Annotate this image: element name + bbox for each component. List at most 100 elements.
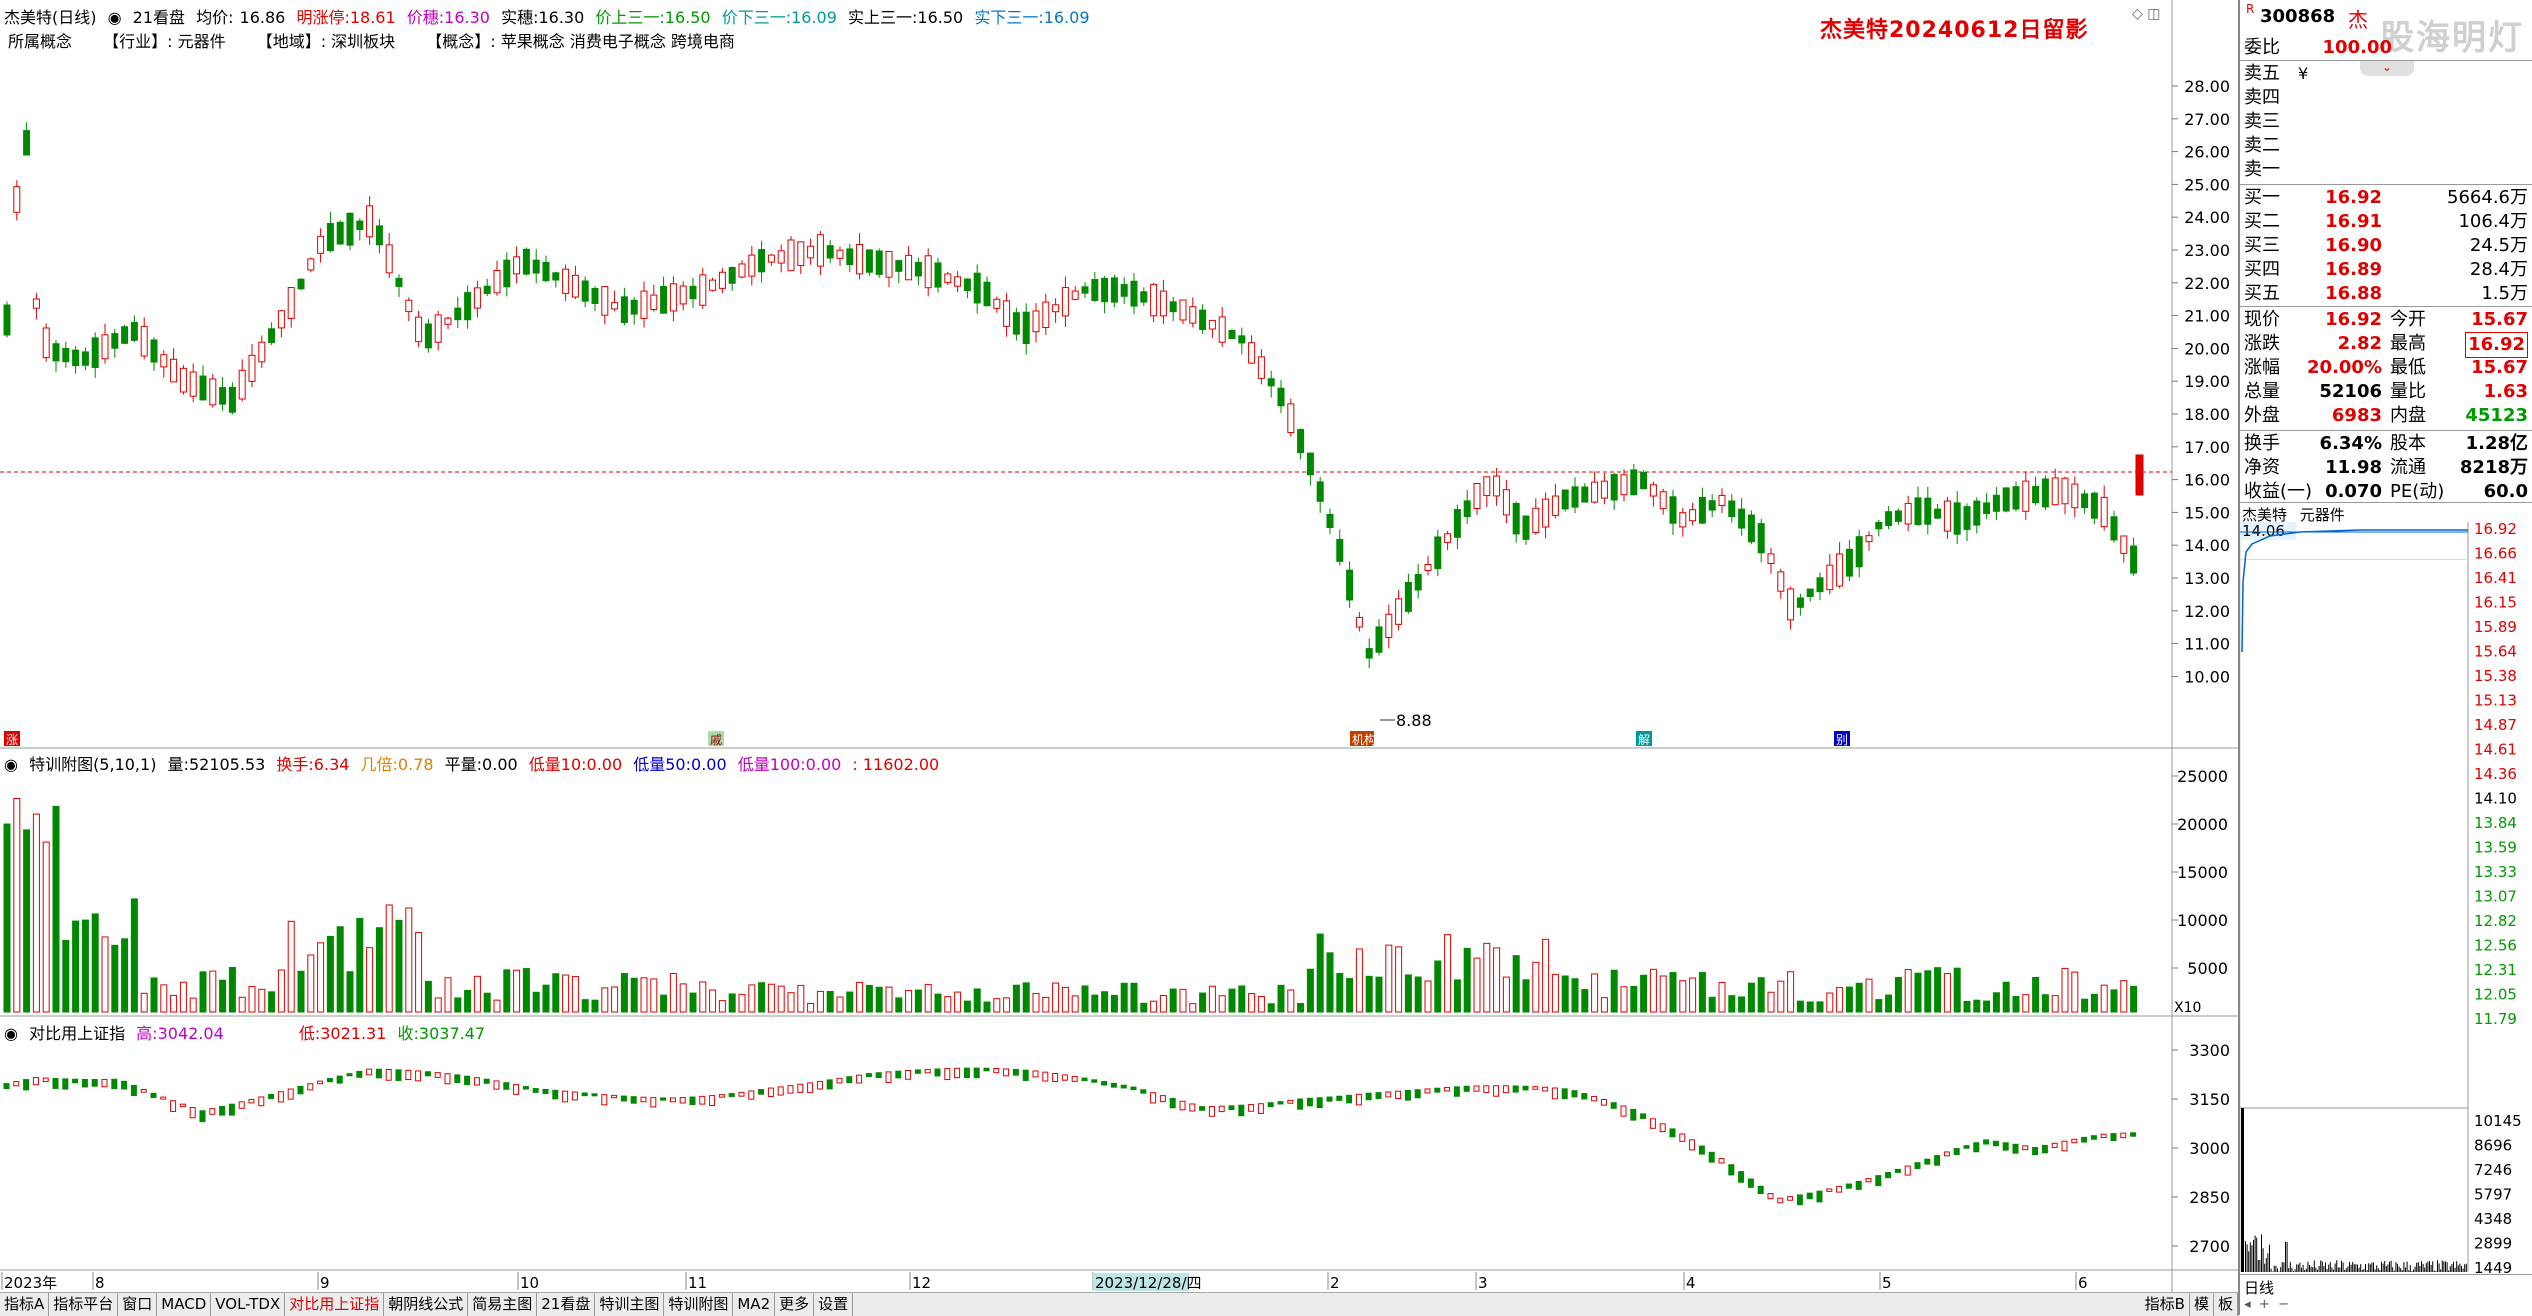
index-candles <box>4 1068 2136 1205</box>
view-tab[interactable]: 21看盘 <box>133 8 185 27</box>
volume-bar <box>876 987 882 1012</box>
quote-row-price: 52106 <box>2319 380 2382 404</box>
volume-bar <box>1445 935 1451 1012</box>
candle-body <box>1954 503 1960 534</box>
bottom-tab[interactable]: 指标平台 <box>49 1293 118 1316</box>
bottom-tab[interactable]: 特训主图 <box>595 1293 664 1316</box>
gear-icon[interactable]: ◉ <box>4 755 18 774</box>
index-candle <box>1053 1074 1058 1082</box>
concept-tag[interactable]: 所属概念 <box>8 32 72 51</box>
idx-tick-label: 3300 <box>2189 1041 2230 1060</box>
volume-bar <box>1405 975 1411 1012</box>
index-candle <box>563 1091 568 1102</box>
window-controls-icon[interactable]: ◇ ◫ <box>2132 6 2160 22</box>
index-candle <box>2033 1147 2038 1154</box>
index-candle <box>2121 1133 2126 1138</box>
y-tick-label: 20.00 <box>2184 339 2230 358</box>
index-candle <box>1454 1087 1459 1096</box>
bottom-right-tab[interactable]: 模 <box>2190 1293 2214 1316</box>
gear-icon[interactable]: ◉ <box>4 1024 18 1043</box>
volume-bar <box>1347 979 1353 1012</box>
mini-vol-bar <box>2411 1271 2412 1272</box>
mini-vol-bar <box>2381 1262 2382 1272</box>
index-candle <box>102 1079 107 1086</box>
quote-row: 买一16.925664.6万 <box>2242 186 2532 210</box>
flat-value: 0.00 <box>482 755 518 774</box>
bottom-tab[interactable]: 简易主图 <box>468 1293 537 1316</box>
candle-body <box>1268 379 1274 386</box>
mini-vol-bar <box>2400 1268 2401 1272</box>
index-candle <box>1092 1080 1097 1082</box>
quote-row-price: 6.34% <box>2320 432 2382 456</box>
gear-icon[interactable]: ◉ <box>108 8 122 27</box>
index-candle <box>955 1068 960 1077</box>
bottom-tab[interactable]: 设置 <box>814 1293 853 1316</box>
candle-body <box>1807 589 1813 596</box>
volume-bar <box>200 972 206 1012</box>
volume-bar <box>543 985 549 1012</box>
candle-body <box>2082 494 2088 508</box>
kline-chart[interactable]: 8.88涨戚机构解别 28.0027.0026.0025.0024.0023.0… <box>0 0 2238 1292</box>
last-candle <box>2136 455 2143 495</box>
tab-spacer <box>853 1293 2141 1316</box>
mini-vol-bar <box>2445 1261 2446 1272</box>
index-candle <box>2023 1146 2028 1150</box>
index-candle <box>2052 1143 2057 1147</box>
mini-vol-bar <box>2343 1262 2344 1272</box>
candle-body <box>1033 311 1039 332</box>
quote-row-label2: 最低 <box>2390 356 2426 380</box>
volume-bar <box>886 987 892 1012</box>
volume-bar <box>484 993 490 1012</box>
bottom-tab[interactable]: 朝阴线公式 <box>384 1293 468 1316</box>
mini-vol-bar <box>2376 1265 2377 1272</box>
index-candle <box>1552 1088 1557 1099</box>
bottom-tab[interactable]: 21看盘 <box>537 1293 595 1316</box>
mini-vol-bar <box>2291 1268 2292 1272</box>
volume-bar <box>1219 996 1225 1012</box>
quote-row-value: 1.5万 <box>2481 282 2528 306</box>
index-candle <box>445 1074 450 1084</box>
vol-tick-label: 5000 <box>2187 959 2228 978</box>
candle-body <box>1699 497 1705 523</box>
candle-body <box>964 279 970 290</box>
volume-bar <box>151 978 157 1012</box>
y-tick-label: 26.00 <box>2184 143 2230 162</box>
volume-bar <box>396 920 402 1012</box>
bottom-right-tab[interactable]: 指标B <box>2141 1293 2190 1316</box>
index-candle <box>1376 1093 1381 1099</box>
candle-body <box>1396 599 1402 625</box>
bottom-tab[interactable]: 窗口 <box>118 1293 157 1316</box>
index-candle <box>2082 1137 2087 1142</box>
index-candle <box>1494 1086 1499 1096</box>
mini-vol-bar <box>2378 1268 2379 1272</box>
index-candle <box>259 1097 264 1106</box>
volume-bar <box>122 939 128 1012</box>
bottom-tab[interactable]: MA2 <box>733 1293 775 1316</box>
index-candle <box>710 1096 715 1106</box>
candle-body <box>1298 429 1304 452</box>
bottom-tab[interactable]: 更多 <box>775 1293 814 1316</box>
mini-intraday-chart[interactable]: 16.9216.6616.4116.1515.8915.6415.3815.13… <box>2240 522 2532 1292</box>
index-candle <box>141 1089 146 1092</box>
volume-bar <box>308 955 314 1012</box>
mini-vol-bar <box>2424 1268 2425 1272</box>
bottom-right-tab[interactable]: 板 <box>2214 1293 2238 1316</box>
candle-body <box>1258 357 1264 378</box>
mini-vol-bar <box>2255 1235 2256 1272</box>
chart-area[interactable]: 8.88涨戚机构解别 28.0027.0026.0025.0024.0023.0… <box>0 0 2238 1315</box>
bottom-tab[interactable]: 对比用上证指 <box>285 1293 384 1316</box>
volume-bar <box>1033 993 1039 1012</box>
bottom-tab[interactable]: 特训附图 <box>664 1293 733 1316</box>
volume-bar <box>1778 981 1784 1012</box>
mini-y-label: 14.61 <box>2474 741 2517 759</box>
mini-vol-bar <box>2299 1263 2300 1272</box>
mini-nav-icons[interactable]: ◂ + − <box>2240 1297 2289 1312</box>
bottom-tab[interactable]: MACD <box>157 1293 211 1316</box>
bottom-tab[interactable]: VOL-TDX <box>211 1293 285 1316</box>
quote-row-value: 16.92 <box>2465 332 2528 358</box>
panel-title: 杰美特20240612日留影 <box>1820 12 2088 44</box>
mini-vol-bar <box>2283 1262 2284 1272</box>
bottom-tab[interactable]: 指标A <box>0 1293 49 1316</box>
volume-bar <box>1043 997 1049 1012</box>
candle-body <box>2062 478 2068 504</box>
